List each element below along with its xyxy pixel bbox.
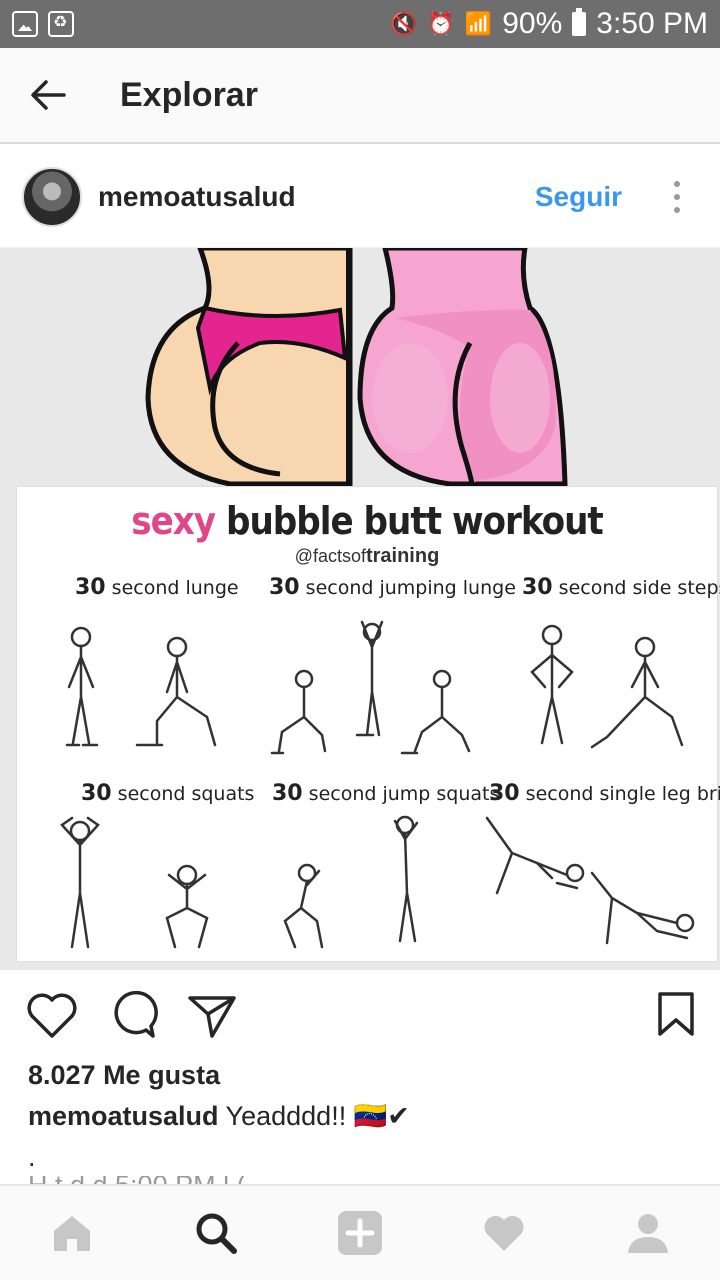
illustration-shorts (145, 248, 568, 487)
post-username[interactable]: memoatusalud (98, 181, 296, 213)
profile-icon (628, 1214, 668, 1253)
exercise-label: 30 second single leg bridge (489, 781, 720, 806)
wifi-icon: 📶 (464, 11, 493, 36)
bookmark-icon (658, 992, 694, 1036)
nav-search[interactable] (176, 1193, 256, 1273)
follow-button[interactable]: Seguir (535, 181, 622, 213)
page-title: Explorar (120, 75, 258, 114)
share-button[interactable] (186, 990, 238, 1045)
save-button[interactable] (654, 990, 698, 1045)
home-icon (54, 1216, 90, 1251)
nav-activity[interactable] (464, 1193, 544, 1273)
alarm-icon: ⏰ (427, 11, 455, 36)
nav-home[interactable] (32, 1193, 112, 1273)
more-dot-icon (674, 193, 680, 200)
mute-icon: 🔇 (390, 11, 418, 36)
workout-card: sexy bubble butt workout @factsoftrainin… (16, 486, 720, 962)
heart-icon (27, 993, 77, 1038)
post-header: memoatusalud Seguir (0, 146, 720, 248)
post-image[interactable]: sexy bubble butt workout @factsoftrainin… (0, 248, 720, 970)
caption-text: Yeadddd!! 🇻🇪✔ (218, 1101, 410, 1131)
workout-handle: @factsoftraining (294, 545, 440, 567)
avatar[interactable] (22, 166, 82, 227)
battery-icon (572, 8, 587, 36)
caption: memoatusalud Yeadddd!! 🇻🇪✔ (28, 1100, 410, 1132)
nav-profile[interactable] (608, 1193, 688, 1273)
likes-count[interactable]: 8.027 Me gusta (28, 1060, 220, 1091)
comment-icon (114, 990, 158, 1038)
caption-dot: . (28, 1142, 36, 1172)
activity-heart-icon (484, 1215, 524, 1251)
more-dot-icon (674, 180, 680, 187)
battery-percent: 90% (502, 7, 563, 40)
clock: 3:50 PM (596, 7, 708, 40)
gallery-notification-icon (12, 11, 38, 37)
top-bar: Explorar (0, 48, 720, 144)
cleaner-notification-icon (48, 11, 74, 37)
like-button[interactable] (26, 990, 78, 1045)
exercise-label: 30 second lunge (75, 575, 239, 600)
share-icon (188, 996, 236, 1038)
search-icon (196, 1213, 237, 1254)
caption-username[interactable]: memoatusalud (28, 1101, 219, 1131)
exercise-label: 30 second jump squats (272, 781, 500, 806)
nav-add[interactable] (320, 1193, 400, 1273)
status-bar: 🔇 ⏰ 📶 90% 3:50 PM (0, 0, 720, 48)
exercise-label: 30 second squats (81, 781, 255, 806)
add-icon (338, 1211, 382, 1255)
exercise-label: 30 second jumping lunge (269, 575, 516, 600)
exercise-figures-row1 (65, 620, 684, 755)
more-options-button[interactable] (674, 180, 680, 213)
comment-button[interactable] (106, 990, 158, 1045)
more-dot-icon (674, 206, 680, 213)
exercise-label: 30 second side steps (522, 575, 720, 600)
back-button[interactable] (0, 47, 96, 143)
exercise-figures-row2 (60, 815, 695, 949)
back-arrow-icon (31, 80, 66, 110)
bottom-nav (0, 1184, 720, 1280)
post-actions (0, 984, 720, 1048)
workout-title: sexy bubble butt workout (131, 499, 604, 543)
